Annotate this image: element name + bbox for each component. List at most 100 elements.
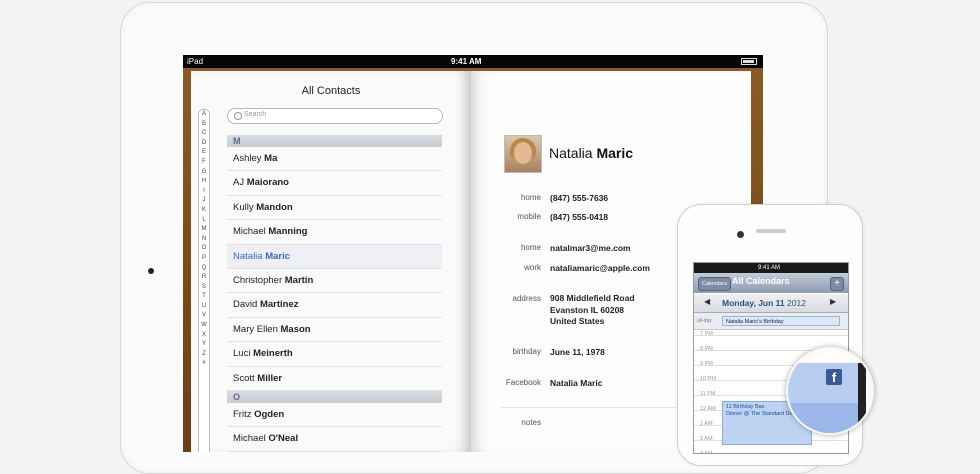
- contact-row[interactable]: Ashley Ma: [227, 147, 442, 172]
- address-value[interactable]: 908 Middlefield Road Evanston IL 60208 U…: [550, 293, 635, 328]
- work-email-value[interactable]: nataliamaric@apple.com: [550, 263, 650, 273]
- first-name: AJ: [233, 177, 245, 189]
- iphone-camera: [737, 231, 744, 238]
- address-line: Evanston IL 60208: [550, 304, 625, 315]
- contact-row[interactable]: AJ Maiorano: [227, 171, 442, 196]
- iphone-status-bar: 9:41 AM: [694, 263, 848, 273]
- iphone-speaker: [756, 229, 786, 233]
- index-letter[interactable]: B: [199, 120, 209, 130]
- search-input[interactable]: Search: [227, 108, 443, 124]
- mobile-value[interactable]: (847) 555-0418: [550, 212, 608, 222]
- last-name: Manning: [268, 226, 308, 238]
- first-name: Christopher: [233, 274, 283, 286]
- first-name: Michael: [233, 433, 266, 445]
- page-title: All Contacts: [301, 85, 361, 97]
- ipad-camera: [148, 268, 154, 274]
- contacts-list: M Ashley Ma AJ Maiorano Kully Mandon Mic…: [227, 135, 442, 452]
- index-letter[interactable]: W: [199, 321, 209, 331]
- hour-label: 12 AM: [700, 406, 716, 412]
- first-name: Natalia: [233, 250, 263, 262]
- day-date: Monday, Jun 11: [722, 298, 785, 308]
- index-letter[interactable]: Y: [199, 340, 209, 350]
- index-letter[interactable]: K: [199, 206, 209, 216]
- index-letter[interactable]: U: [199, 302, 209, 312]
- index-letter[interactable]: Z: [199, 350, 209, 360]
- index-letter[interactable]: D: [199, 139, 209, 149]
- contact-row[interactable]: Luci Meinerth: [227, 342, 442, 367]
- index-letter[interactable]: L: [199, 216, 209, 226]
- work-email-label: work: [524, 263, 541, 272]
- contact-last-name: Maric: [596, 145, 634, 161]
- contact-row[interactable]: Mary Ellen Mason: [227, 318, 442, 343]
- last-name: Maric: [265, 250, 291, 262]
- contacts-list-page: All Contacts A B C D E F G H I J K L M N O P Q R S T U V W X Y Z #…: [191, 71, 471, 452]
- last-name: O'Neal: [268, 433, 299, 445]
- first-name: David: [233, 299, 258, 311]
- index-letter[interactable]: Q: [199, 264, 209, 274]
- home-email-label: home: [520, 243, 541, 252]
- index-letter[interactable]: #: [199, 359, 209, 369]
- index-letter[interactable]: X: [199, 331, 209, 341]
- section-header-o: O: [227, 390, 442, 403]
- all-day-event[interactable]: Natalia Maric's Birthday: [722, 316, 840, 326]
- contact-row[interactable]: Michael O'Neal: [227, 427, 442, 452]
- contact-row[interactable]: David Martinez: [227, 293, 442, 318]
- index-letter[interactable]: S: [199, 283, 209, 293]
- home-email-value[interactable]: natalmar3@me.com: [550, 243, 631, 253]
- index-letter[interactable]: O: [199, 244, 209, 254]
- index-letter[interactable]: C: [199, 129, 209, 139]
- hour-label: 7 PM: [700, 331, 713, 337]
- calendar-nav-bar: Calendars All Calendars +: [694, 273, 848, 293]
- contact-name: Natalia Maric: [549, 145, 633, 161]
- add-event-button[interactable]: +: [830, 277, 844, 291]
- last-name: Ma: [264, 153, 278, 164]
- index-letter[interactable]: V: [199, 311, 209, 321]
- index-letter[interactable]: E: [199, 148, 209, 158]
- index-letter[interactable]: I: [199, 187, 209, 197]
- index-letter[interactable]: M: [199, 225, 209, 235]
- zoomed-phone-edge: [858, 363, 866, 433]
- contact-row[interactable]: Scott Miller: [227, 367, 442, 391]
- index-letter[interactable]: H: [199, 177, 209, 187]
- contact-row[interactable]: Fritz Ogden: [227, 403, 442, 428]
- alphabet-index[interactable]: A B C D E F G H I J K L M N O P Q R S T U V W X Y Z #: [198, 109, 210, 452]
- home-phone-value[interactable]: (847) 555-7636: [550, 193, 608, 203]
- ipad-screen: iPad 9:41 AM All Contacts ABCDEFGHIJKLMN…: [183, 55, 763, 452]
- facebook-icon: f: [826, 369, 842, 385]
- zoomed-event-lower: [788, 403, 858, 433]
- last-name: Martinez: [259, 299, 299, 311]
- contact-photo[interactable]: [504, 135, 542, 173]
- first-name: Fritz: [233, 408, 252, 420]
- index-letter[interactable]: G: [199, 168, 209, 178]
- birthday-value: June 11, 1978: [550, 347, 605, 357]
- index-letter[interactable]: A: [199, 110, 209, 120]
- calendars-button[interactable]: Calendars: [698, 277, 732, 291]
- index-letter[interactable]: T: [199, 292, 209, 302]
- last-name: Mason: [280, 323, 311, 335]
- contact-row-selected[interactable]: Natalia Maric: [227, 244, 442, 269]
- index-letter[interactable]: F: [199, 158, 209, 168]
- address-label: address: [512, 294, 541, 303]
- iphone-status-time: 9:41 AM: [758, 265, 781, 271]
- next-day-icon[interactable]: ▶: [830, 297, 836, 306]
- index-letter[interactable]: R: [199, 273, 209, 283]
- search-icon: [234, 112, 242, 120]
- photo-face: [514, 142, 532, 164]
- prev-day-icon[interactable]: ◀: [704, 297, 710, 306]
- first-name: Mary Ellen: [233, 323, 278, 335]
- index-letter[interactable]: N: [199, 235, 209, 245]
- last-name: Martin: [284, 274, 314, 286]
- contact-row[interactable]: Christopher Martin: [227, 269, 442, 294]
- status-time: 9:41 AM: [451, 57, 482, 66]
- magnifier-circle: f: [786, 347, 874, 435]
- section-header-m: M: [227, 135, 442, 147]
- first-name: Scott: [233, 372, 255, 384]
- battery-icon: [741, 58, 757, 65]
- hour-label: 11 PM: [700, 391, 716, 397]
- contact-row[interactable]: Michael Manning: [227, 220, 442, 245]
- index-letter[interactable]: P: [199, 254, 209, 264]
- hour-label: 8 PM: [700, 346, 713, 352]
- index-letter[interactable]: J: [199, 196, 209, 206]
- contact-row[interactable]: Kully Mandon: [227, 196, 442, 221]
- facebook-value[interactable]: Natalia Maric: [550, 378, 602, 388]
